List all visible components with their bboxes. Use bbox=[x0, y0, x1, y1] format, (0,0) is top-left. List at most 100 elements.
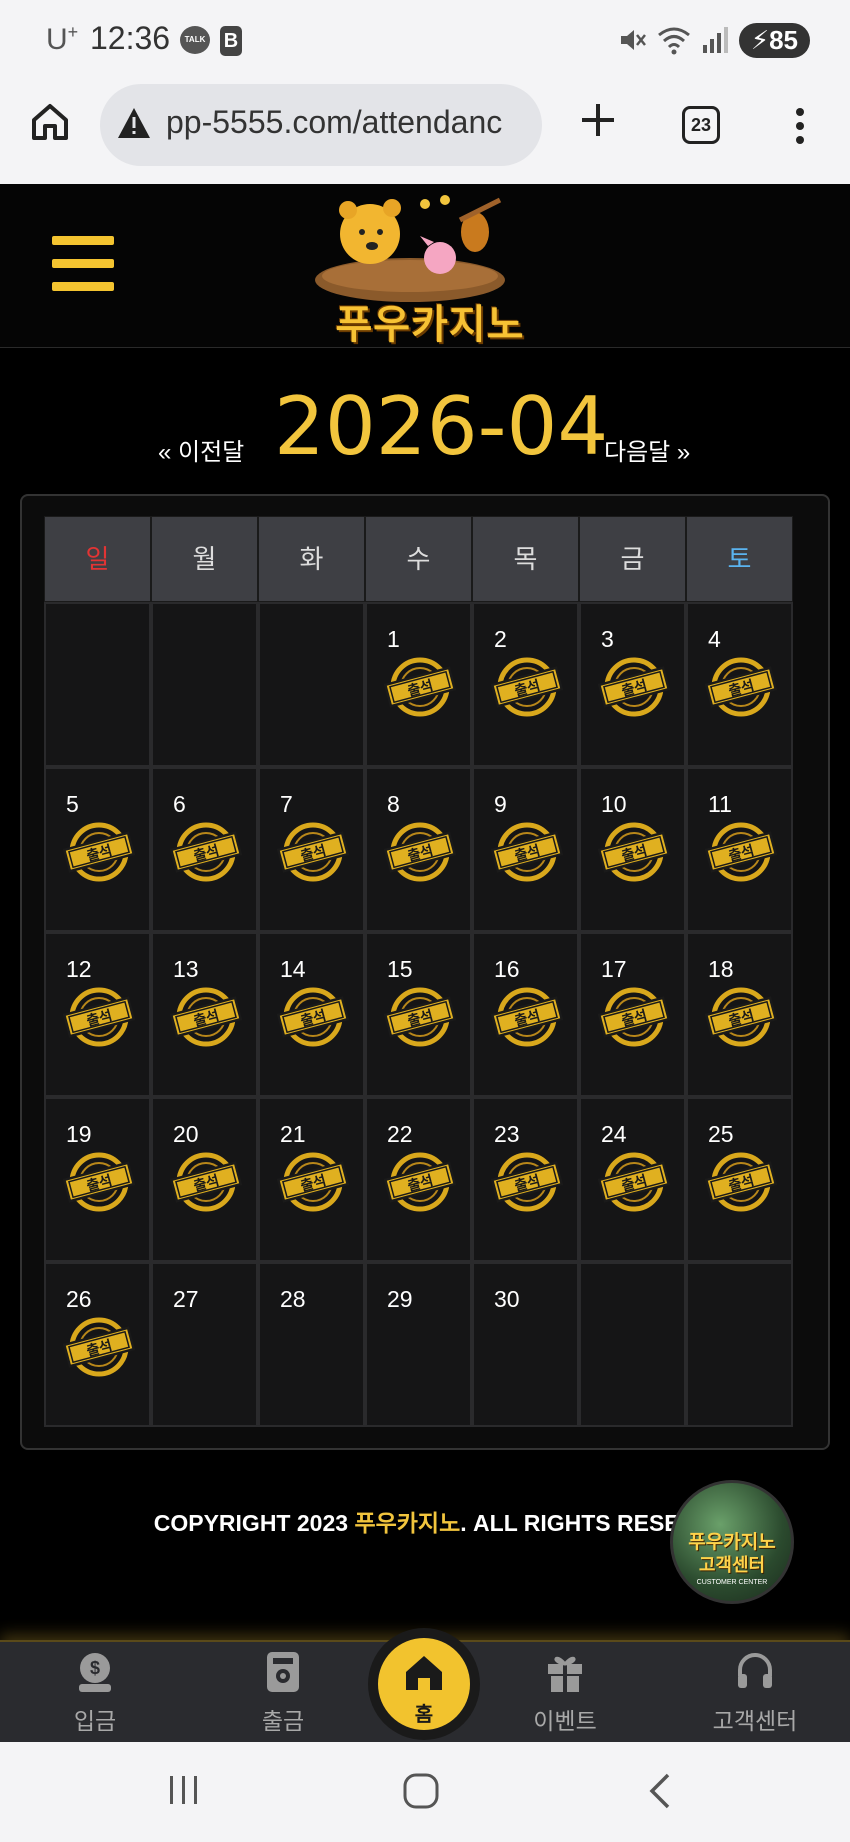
calendar-week-row: 19 출석 20 출석 21 출석 22 출석 23 출석 24 출석 25 출석 bbox=[44, 1097, 808, 1262]
calendar-week-row: 12 출석 13 출석 14 출석 15 출석 16 출석 17 출석 18 출석 bbox=[44, 932, 808, 1097]
calendar-day-cell: 4 출석 bbox=[686, 602, 793, 767]
home-icon bbox=[406, 1656, 442, 1690]
weekday-header-cell: 금 bbox=[579, 516, 686, 602]
day-number: 8 bbox=[387, 791, 400, 817]
day-number: 17 bbox=[601, 956, 627, 982]
attendance-stamp-icon: 출석 bbox=[490, 657, 564, 717]
browser-home-icon[interactable] bbox=[28, 100, 72, 144]
calendar-day-cell: 20 출석 bbox=[151, 1097, 258, 1262]
calendar-day-cell: 17 출석 bbox=[579, 932, 686, 1097]
attendance-stamp-icon: 출석 bbox=[62, 1317, 136, 1377]
gift-icon bbox=[548, 1656, 582, 1692]
calendar-day-cell: 7 출석 bbox=[258, 767, 365, 932]
warning-icon[interactable] bbox=[116, 106, 152, 140]
attendance-stamp-icon: 출석 bbox=[704, 822, 778, 882]
recent-apps-icon[interactable] bbox=[166, 1772, 202, 1808]
day-number: 24 bbox=[601, 1121, 627, 1147]
day-number: 18 bbox=[708, 956, 734, 982]
calendar-day-cell: 11 출석 bbox=[686, 767, 793, 932]
attendance-stamp-icon: 출석 bbox=[62, 822, 136, 882]
day-number: 29 bbox=[387, 1286, 413, 1312]
calendar-day-cell bbox=[151, 602, 258, 767]
calendar-day-cell: 13 출석 bbox=[151, 932, 258, 1097]
cs-badge-brand: 푸우카지노 bbox=[688, 1532, 776, 1553]
nav-deposit-label: 입금 bbox=[73, 1708, 117, 1734]
calendar-week-row: 5 출석 6 출석 7 출석 8 출석 9 출석 10 출석 11 출석 bbox=[44, 767, 808, 932]
month-title: 2026-04 bbox=[274, 380, 609, 473]
attendance-stamp-icon: 출석 bbox=[276, 1152, 350, 1212]
back-icon[interactable] bbox=[646, 1772, 674, 1810]
weekday-header-cell: 일 bbox=[44, 516, 151, 602]
attendance-calendar: 일월화수목금토 1 출석 2 출석 3 출석 4 출석 5 출석 6 출석 7 출석 8 출석 9 출석 10 출석 1… bbox=[20, 494, 830, 1450]
attendance-stamp-icon: 출석 bbox=[597, 822, 671, 882]
nav-event[interactable]: 이벤트 bbox=[500, 1642, 630, 1744]
day-number: 16 bbox=[494, 956, 520, 982]
calendar-day-cell: 8 출석 bbox=[365, 767, 472, 932]
calendar-day-cell: 23 출석 bbox=[472, 1097, 579, 1262]
nav-support[interactable]: 고객센터 bbox=[690, 1642, 820, 1744]
address-bar[interactable]: pp-5555.com/attendanc bbox=[100, 84, 542, 166]
tab-switcher-button[interactable]: 23 bbox=[682, 106, 720, 144]
calendar-day-cell: 2 출석 bbox=[472, 602, 579, 767]
nav-support-label: 고객센터 bbox=[712, 1708, 798, 1734]
calendar-day-cell: 28 bbox=[258, 1262, 365, 1427]
calendar-week-row: 1 출석 2 출석 3 출석 4 출석 bbox=[44, 602, 808, 767]
calendar-day-cell bbox=[258, 602, 365, 767]
calendar-day-cell: 19 출석 bbox=[44, 1097, 151, 1262]
calendar-day-cell: 22 출석 bbox=[365, 1097, 472, 1262]
attendance-stamp-icon: 출석 bbox=[276, 822, 350, 882]
day-number: 26 bbox=[66, 1286, 92, 1312]
nav-withdraw[interactable]: 출금 bbox=[218, 1642, 348, 1744]
day-number: 9 bbox=[494, 791, 507, 817]
day-number: 7 bbox=[280, 791, 293, 817]
kakaotalk-icon: TALK bbox=[180, 26, 210, 54]
calendar-day-cell: 30 bbox=[472, 1262, 579, 1427]
next-month-link[interactable]: 다음달 » bbox=[604, 432, 690, 467]
calendar-day-cell bbox=[579, 1262, 686, 1427]
logo-text: 푸우카지노 bbox=[335, 303, 525, 347]
attendance-stamp-icon: 출석 bbox=[276, 987, 350, 1047]
attendance-stamp-icon: 출석 bbox=[490, 1152, 564, 1212]
home-circle-icon[interactable] bbox=[402, 1772, 440, 1810]
attendance-stamp-icon: 출석 bbox=[597, 657, 671, 717]
attendance-stamp-icon: 출석 bbox=[704, 1152, 778, 1212]
mute-icon bbox=[620, 30, 646, 50]
day-number: 11 bbox=[708, 791, 732, 817]
prev-month-link[interactable]: « 이전달 bbox=[158, 432, 244, 467]
url-text[interactable]: pp-5555.com/attendanc bbox=[166, 104, 502, 141]
attendance-stamp-icon: 출석 bbox=[383, 657, 457, 717]
day-number: 4 bbox=[708, 626, 721, 652]
customer-center-badge[interactable]: 푸우카지노 고객센터 CUSTOMER CENTER bbox=[670, 1480, 794, 1604]
day-number: 15 bbox=[387, 956, 413, 982]
bear-mascot-icon bbox=[315, 195, 505, 302]
calendar-day-cell: 26 출석 bbox=[44, 1262, 151, 1427]
nav-home-button[interactable]: 홈 bbox=[378, 1638, 470, 1730]
day-number: 14 bbox=[280, 956, 306, 982]
carrier-label: U+ bbox=[46, 22, 79, 56]
status-icons: ⚡85 bbox=[617, 22, 810, 58]
svg-text:$: $ bbox=[90, 1658, 100, 1678]
day-number: 23 bbox=[494, 1121, 520, 1147]
more-menu-icon[interactable] bbox=[790, 104, 810, 148]
attendance-stamp-icon: 출석 bbox=[383, 822, 457, 882]
day-number: 5 bbox=[66, 791, 79, 817]
weekday-header-cell: 토 bbox=[686, 516, 793, 602]
new-tab-icon[interactable] bbox=[578, 100, 618, 140]
nav-deposit[interactable]: $ 입금 bbox=[30, 1642, 160, 1744]
site-logo[interactable]: 푸우카지노 bbox=[300, 192, 560, 347]
site-header: 푸우카지노 bbox=[0, 184, 850, 348]
day-number: 10 bbox=[601, 791, 627, 817]
weekday-header: 일월화수목금토 bbox=[44, 516, 808, 602]
attendance-stamp-icon: 출석 bbox=[169, 822, 243, 882]
calendar-day-cell: 29 bbox=[365, 1262, 472, 1427]
calendar-day-cell bbox=[44, 602, 151, 767]
system-navigation-bar bbox=[0, 1742, 850, 1842]
day-number: 2 bbox=[494, 626, 507, 652]
hamburger-menu-icon[interactable] bbox=[52, 236, 114, 292]
calendar-day-cell: 5 출석 bbox=[44, 767, 151, 932]
attendance-stamp-icon: 출석 bbox=[383, 987, 457, 1047]
weekday-header-cell: 월 bbox=[151, 516, 258, 602]
day-number: 13 bbox=[173, 956, 199, 982]
attendance-stamp-icon: 출석 bbox=[490, 822, 564, 882]
day-number: 22 bbox=[387, 1121, 413, 1147]
